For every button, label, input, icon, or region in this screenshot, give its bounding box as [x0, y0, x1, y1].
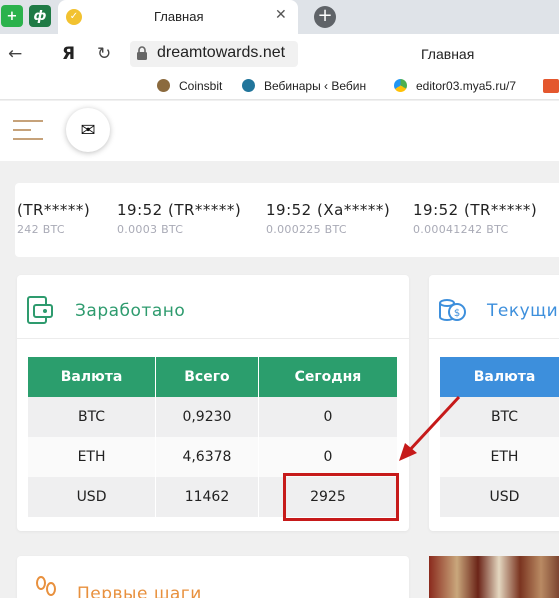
svg-text:$: $ — [454, 308, 460, 319]
ticker-item: (TR*****) 242 BTC — [17, 201, 90, 236]
ticker-time: 19:52 (Xa*****) — [266, 201, 391, 219]
ticker-amount: 242 BTC — [17, 223, 65, 236]
earned-card-header: Заработано — [17, 275, 409, 339]
earned-title: Заработано — [75, 301, 186, 321]
tab-favicon-icon: ✓ — [66, 9, 82, 25]
table-row: ETH 4,6378 0 — [28, 437, 399, 477]
coinsbit-icon — [157, 79, 170, 92]
cell-today: 0 — [258, 437, 399, 477]
coins-icon: $ — [439, 299, 466, 321]
pinned-tab-plus-icon[interactable]: + — [1, 5, 23, 27]
reload-icon[interactable]: ↻ — [97, 44, 111, 64]
menu-icon[interactable] — [13, 118, 43, 142]
wallet-icon — [27, 296, 53, 324]
tab-active[interactable]: ✓ Главная ✕ — [58, 0, 298, 34]
cell-currency: BTC — [28, 397, 157, 437]
current-card-header: $ Текущий — [429, 275, 559, 339]
shopping-bag-icon[interactable] — [543, 79, 559, 93]
table-row: BTC 0,9230 0 — [28, 397, 399, 437]
annotation-arrow-icon — [399, 395, 461, 461]
withdrawal-ticker: (TR*****) 242 BTC 19:52 (TR*****) 0.0003… — [15, 183, 559, 257]
cell-total: 0,9230 — [155, 397, 259, 437]
column-header-total: Всего — [155, 357, 259, 397]
first-steps-title: Первые шаги — [77, 584, 202, 598]
url-text[interactable]: dreamtowards.net — [157, 44, 285, 62]
cell-currency: ETH — [28, 437, 157, 477]
yandex-icon[interactable]: Я — [62, 44, 75, 64]
cell-today: 0 — [258, 397, 399, 437]
ticker-item: 19:52 (Xa*****) 0.000225 BTC — [266, 201, 390, 236]
ticker-time: 19:52 (TR*****) — [117, 201, 242, 219]
current-title: Текущий — [487, 301, 559, 321]
table-row: USD — [440, 477, 559, 517]
address-bar: ← Я ↻ dreamtowards.net Главная — [0, 34, 559, 74]
first-steps-card: Первые шаги — [17, 556, 409, 598]
ticker-time: (TR*****) — [17, 201, 91, 219]
bookmark-coinsbit[interactable]: Coinsbit — [157, 79, 222, 93]
bookmarks-bar: Coinsbit Вебинары ‹ Вебин editor03.mya5.… — [0, 74, 559, 100]
footprints-icon — [36, 576, 56, 596]
cell-currency: USD — [28, 477, 157, 517]
ticker-item: 19:52 (TR*****) 0.0003 BTC — [117, 201, 241, 236]
column-header-currency: Валюта — [28, 357, 157, 397]
cell-total: 11462 — [155, 477, 259, 517]
ticker-amount: 0.00041242 BTC — [413, 223, 509, 236]
cell-total: 4,6378 — [155, 437, 259, 477]
bookmark-label: Coinsbit — [179, 79, 223, 93]
wordpress-icon — [242, 79, 255, 92]
back-icon[interactable]: ← — [8, 44, 22, 64]
lock-icon — [137, 46, 147, 60]
mail-icon[interactable]: ✉ — [66, 108, 110, 152]
browser-tab-bar: + ф ✓ Главная ✕ + — [0, 0, 559, 34]
bookmark-label: Вебинары ‹ Вебин — [264, 79, 367, 93]
promo-image — [429, 556, 559, 598]
ticker-amount: 0.0003 BTC — [117, 223, 184, 236]
tab-title: Главная — [154, 9, 204, 24]
column-header-today: Сегодня — [258, 357, 399, 397]
ticker-time: 19:52 (TR*****) — [413, 201, 538, 219]
new-tab-icon[interactable]: + — [314, 6, 336, 28]
column-header-currency: Валюта — [440, 357, 559, 397]
chrome-icon — [394, 79, 407, 92]
tab-close-icon[interactable]: ✕ — [275, 7, 287, 23]
ticker-item: 19:52 (TR*****) 0.00041242 BTC — [413, 201, 537, 236]
cell-currency: USD — [440, 477, 559, 517]
ticker-amount: 0.000225 BTC — [266, 223, 347, 236]
bookmark-label: editor03.mya5.ru/7 — [416, 79, 517, 93]
bookmark-editor[interactable]: editor03.mya5.ru/7 — [394, 79, 516, 93]
address-bar-page-title: Главная — [421, 46, 475, 62]
pinned-tab-brand-icon[interactable]: ф — [29, 5, 51, 27]
bookmark-webinars[interactable]: Вебинары ‹ Вебин — [242, 79, 366, 93]
annotation-highlight-box — [283, 473, 399, 521]
